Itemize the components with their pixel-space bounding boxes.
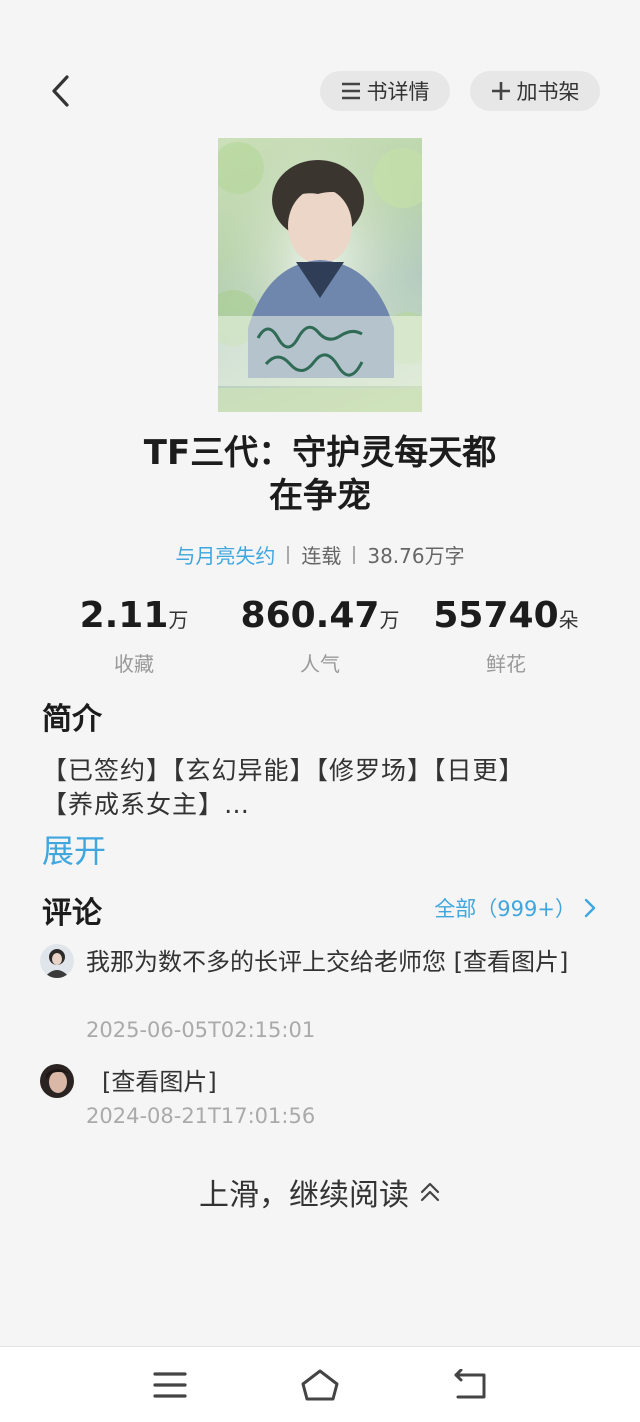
plus-icon bbox=[491, 81, 511, 101]
book-detail-page: 书详情 加书架 TF三代：守护灵每天都 在争宠 与月亮失约 连载 38.76万字… bbox=[0, 0, 640, 1422]
chevron-right-icon bbox=[584, 898, 596, 918]
comment-time: 2025-06-05T02:15:01 bbox=[86, 1018, 316, 1042]
stat-value: 860.47 bbox=[240, 595, 380, 636]
book-detail-label: 书详情 bbox=[366, 80, 430, 104]
avatar[interactable] bbox=[40, 944, 74, 978]
all-comments-link[interactable]: 全部（999+） bbox=[434, 893, 596, 923]
stat-value-row: 860.47万 bbox=[230, 594, 410, 642]
book-meta: 与月亮失约 连载 38.76万字 bbox=[60, 540, 580, 569]
all-comments-label: 全部（999+） bbox=[434, 897, 576, 921]
intro-line: 【已签约】【玄幻异能】【修罗场】【日更】 bbox=[42, 756, 525, 785]
meta-divider bbox=[287, 545, 290, 564]
stat-label: 收藏 bbox=[114, 652, 154, 676]
author-link[interactable]: 与月亮失约 bbox=[175, 540, 275, 569]
double-chevron-up-icon bbox=[419, 1181, 441, 1203]
book-cover[interactable] bbox=[218, 138, 422, 412]
nav-home-button[interactable] bbox=[300, 1365, 340, 1405]
stat-value: 55740 bbox=[433, 595, 559, 636]
back-button[interactable] bbox=[40, 70, 82, 112]
comment-text: 我那为数不多的长评上交给老师您 [查看图片] bbox=[86, 948, 569, 976]
stat-flowers: 55740朵 鲜花 bbox=[416, 594, 596, 677]
add-to-shelf-button[interactable]: 加书架 bbox=[470, 71, 600, 111]
book-detail-button[interactable]: 书详情 bbox=[320, 71, 450, 111]
chevron-left-icon bbox=[52, 75, 69, 107]
system-nav-bar bbox=[0, 1346, 640, 1422]
continue-reading-label: 上滑，继续阅读 bbox=[199, 1178, 409, 1213]
nav-back-button[interactable] bbox=[450, 1365, 490, 1405]
avatar[interactable] bbox=[40, 1064, 74, 1098]
stat-label: 人气 bbox=[300, 652, 340, 676]
continue-reading[interactable]: 上滑，继续阅读 bbox=[0, 1170, 640, 1214]
intro-line: 【养成系女主】… bbox=[42, 790, 251, 819]
home-icon bbox=[301, 1369, 339, 1401]
stat-value-row: 2.11万 bbox=[44, 594, 224, 642]
add-to-shelf-label: 加书架 bbox=[516, 80, 580, 104]
stat-value: 2.11 bbox=[79, 595, 169, 636]
book-title-line2: 在争宠 bbox=[269, 476, 371, 516]
book-status: 连载 bbox=[301, 544, 342, 568]
nav-menu-button[interactable] bbox=[150, 1365, 190, 1405]
comment-text: [查看图片] bbox=[102, 1068, 217, 1096]
meta-divider bbox=[353, 545, 356, 564]
stat-favorites: 2.11万 收藏 bbox=[44, 594, 224, 677]
stat-popularity: 860.47万 人气 bbox=[230, 594, 410, 677]
book-title-line1: TF三代：守护灵每天都 bbox=[143, 433, 497, 473]
book-title: TF三代：守护灵每天都 在争宠 bbox=[80, 432, 560, 518]
comment-time: 2024-08-21T17:01:56 bbox=[86, 1104, 316, 1128]
stat-label: 鲜花 bbox=[486, 652, 526, 676]
stat-unit: 万 bbox=[168, 608, 189, 632]
list-icon bbox=[341, 82, 361, 100]
word-count: 38.76万字 bbox=[367, 544, 465, 568]
return-icon bbox=[454, 1369, 486, 1399]
stat-unit: 朵 bbox=[558, 608, 579, 632]
expand-intro-button[interactable]: 展开 bbox=[42, 826, 106, 872]
intro-text: 【已签约】【玄幻异能】【修罗场】【日更】 【养成系女主】… bbox=[42, 754, 602, 822]
comments-heading: 评论 bbox=[42, 896, 102, 931]
stat-unit: 万 bbox=[379, 608, 400, 632]
intro-heading: 简介 bbox=[42, 702, 102, 737]
stat-value-row: 55740朵 bbox=[416, 594, 596, 642]
menu-icon bbox=[153, 1372, 187, 1398]
